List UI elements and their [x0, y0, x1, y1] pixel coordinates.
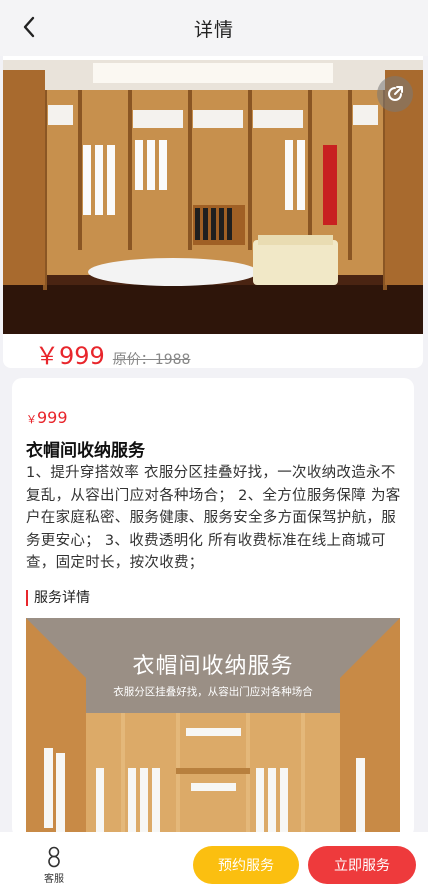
- share-icon: [388, 86, 403, 101]
- hero-card: ￥999 原价：1988: [3, 56, 423, 368]
- current-price: ￥999: [35, 342, 105, 368]
- customer-service-icon: [48, 846, 60, 868]
- hero-price: ￥999 原价：1988: [35, 336, 190, 368]
- service-detail-image: 衣帽间收纳服务 衣服分区挂叠好找，从容出门应对各种场合: [26, 618, 400, 838]
- banner-title: 衣帽间收纳服务: [132, 654, 294, 679]
- top-nav-bar: 详情: [0, 0, 428, 56]
- service-title: 衣帽间收纳服务: [26, 441, 145, 461]
- banner-subtitle: 衣服分区挂叠好找，从容出门应对各种场合: [113, 686, 313, 698]
- book-service-button[interactable]: 预约服务: [193, 846, 299, 884]
- wardrobe-hero-image: [3, 60, 423, 334]
- service-description: 1、提升穿搭效率 衣服分区挂叠好找，一次收纳改造永不复乱，从容出门应对各种场合；…: [26, 465, 401, 571]
- section-title: 服务详情: [26, 590, 90, 606]
- buy-now-button[interactable]: 立即服务: [308, 846, 416, 884]
- customer-service-label: 客服: [44, 874, 64, 885]
- original-price: 原价：1988: [112, 352, 191, 368]
- page-title: 详情: [193, 18, 234, 41]
- price-currency: ￥: [26, 413, 37, 426]
- back-chevron-icon: [23, 16, 35, 38]
- price-value: 999: [37, 408, 68, 427]
- back-button[interactable]: [14, 12, 44, 42]
- customer-service-button[interactable]: 客服: [34, 846, 74, 886]
- service-info-card: ￥999 衣帽间收纳服务 1、提升穿搭效率 衣服分区挂叠好找，一次收纳改造永不复…: [12, 378, 414, 838]
- service-price: ￥999: [26, 408, 68, 427]
- share-button[interactable]: [377, 76, 413, 112]
- bottom-action-bar: 客服 预约服务 立即服务: [0, 832, 428, 893]
